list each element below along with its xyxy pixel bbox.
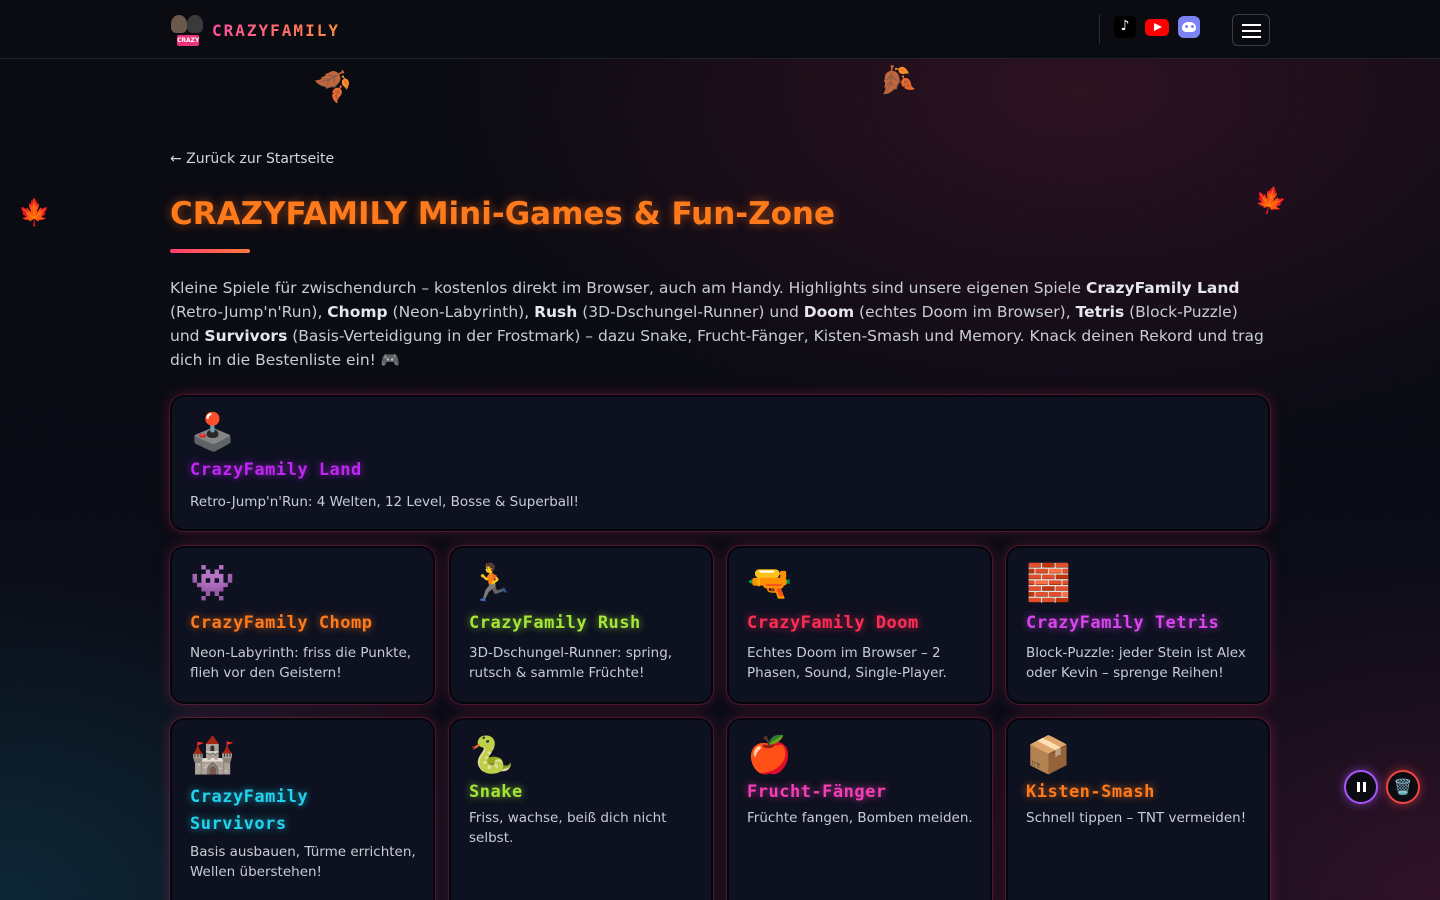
intro-text: Kleine Spiele für zwischendurch – kosten… [170,279,1264,369]
game-title: Kisten-Smash [1026,782,1155,802]
hamburger-menu-button[interactable] [1232,14,1270,46]
castle-icon: 🏰 [190,735,235,776]
game-description: Schnell tippen – TNT vermeiden! [1026,810,1247,826]
clear-leaves-button[interactable]: 🗑️ [1386,770,1420,804]
game-description: Früchte fangen, Bomben meiden. [747,810,973,826]
game-card-chomp[interactable]: 👾 CrazyFamily Chomp Neon-Labyrinth: fris… [170,546,435,704]
pause-animation-button[interactable] [1344,770,1378,804]
game-card-frucht-faenger[interactable]: 🍎 Frucht-Fänger Früchte fangen, Bomben m… [727,718,992,900]
game-title: CrazyFamily Doom [747,613,919,633]
nav-divider [1099,14,1100,44]
game-title: Snake [469,782,523,802]
game-description: Echtes Doom im Browser – 2 Phasen, Sound… [747,645,947,681]
game-title: CrazyFamily Chomp [190,613,373,633]
game-card-rush[interactable]: 🏃 CrazyFamily Rush 3D-Dschungel-Runner: … [449,546,713,704]
game-description: Block-Puzzle: jeder Stein ist Alex oder … [1026,645,1246,681]
back-to-home-link[interactable]: ← Zurück zur Startseite [170,151,334,167]
brand-logo-link[interactable]: CRAZY CRAZYFAMILY [170,13,340,47]
falling-leaf-icon: 🍁 [18,198,51,228]
title-underline [170,249,250,253]
brick-icon: 🧱 [1026,563,1071,604]
game-card-doom[interactable]: 🔫 CrazyFamily Doom Echtes Doom im Browse… [727,546,992,704]
game-title: CrazyFamily Land [190,460,362,480]
game-title: Frucht-Fänger [747,782,887,802]
game-card-snake[interactable]: 🐍 Snake Friss, wachse, beiß dich nicht s… [449,718,713,900]
page-title: CRAZYFAMILY Mini-Games & Fun-Zone [170,196,836,232]
trash-icon: 🗑️ [1393,778,1413,796]
game-title: CrazyFamily Tetris [1026,613,1220,633]
game-description: Friss, wachse, beiß dich nicht selbst. [469,810,667,846]
snake-icon: 🐍 [469,735,514,776]
game-description: 3D-Dschungel-Runner: spring, rutsch & sa… [469,645,673,681]
game-card-kisten-smash[interactable]: 📦 Kisten-Smash Schnell tippen – TNT verm… [1006,718,1270,900]
pause-icon [1356,782,1360,792]
falling-leaf-icon: 🍂 [309,58,358,107]
game-description: Basis ausbauen, Türme errichten, Wellen … [190,844,416,880]
tiktok-icon[interactable]: ♪ [1114,16,1136,38]
game-description: Retro-Jump'n'Run: 4 Welten, 12 Level, Bo… [190,494,579,510]
game-title: CrazyFamily Survivors [190,787,309,834]
discord-icon[interactable] [1178,16,1200,38]
runner-icon: 🏃 [469,563,514,604]
falling-leaf-icon: 🍁 [1250,182,1290,220]
youtube-icon[interactable] [1145,19,1169,36]
game-card-crazyfamily-land[interactable]: 🕹️ CrazyFamily Land Retro-Jump'n'Run: 4 … [170,395,1270,531]
brand-name: CRAZYFAMILY [212,20,340,40]
falling-leaf-icon: 🍂 [873,59,918,102]
top-navbar: CRAZY CRAZYFAMILY ♪ [0,0,1440,59]
game-description: Neon-Labyrinth: friss die Punkte, flieh … [190,645,412,681]
box-icon: 📦 [1026,735,1071,776]
game-title: CrazyFamily Rush [469,613,641,633]
game-card-tetris[interactable]: 🧱 CrazyFamily Tetris Block-Puzzle: jeder… [1006,546,1270,704]
brand-logo-icon: CRAZY [170,13,206,47]
blaster-icon: 🔫 [747,563,792,604]
game-card-survivors[interactable]: 🏰 CrazyFamily Survivors Basis ausbauen, … [170,718,435,900]
alien-monster-icon: 👾 [190,563,235,604]
joystick-icon: 🕹️ [190,412,235,453]
logo-tag: CRAZY [177,35,200,46]
apple-icon: 🍎 [747,735,792,776]
